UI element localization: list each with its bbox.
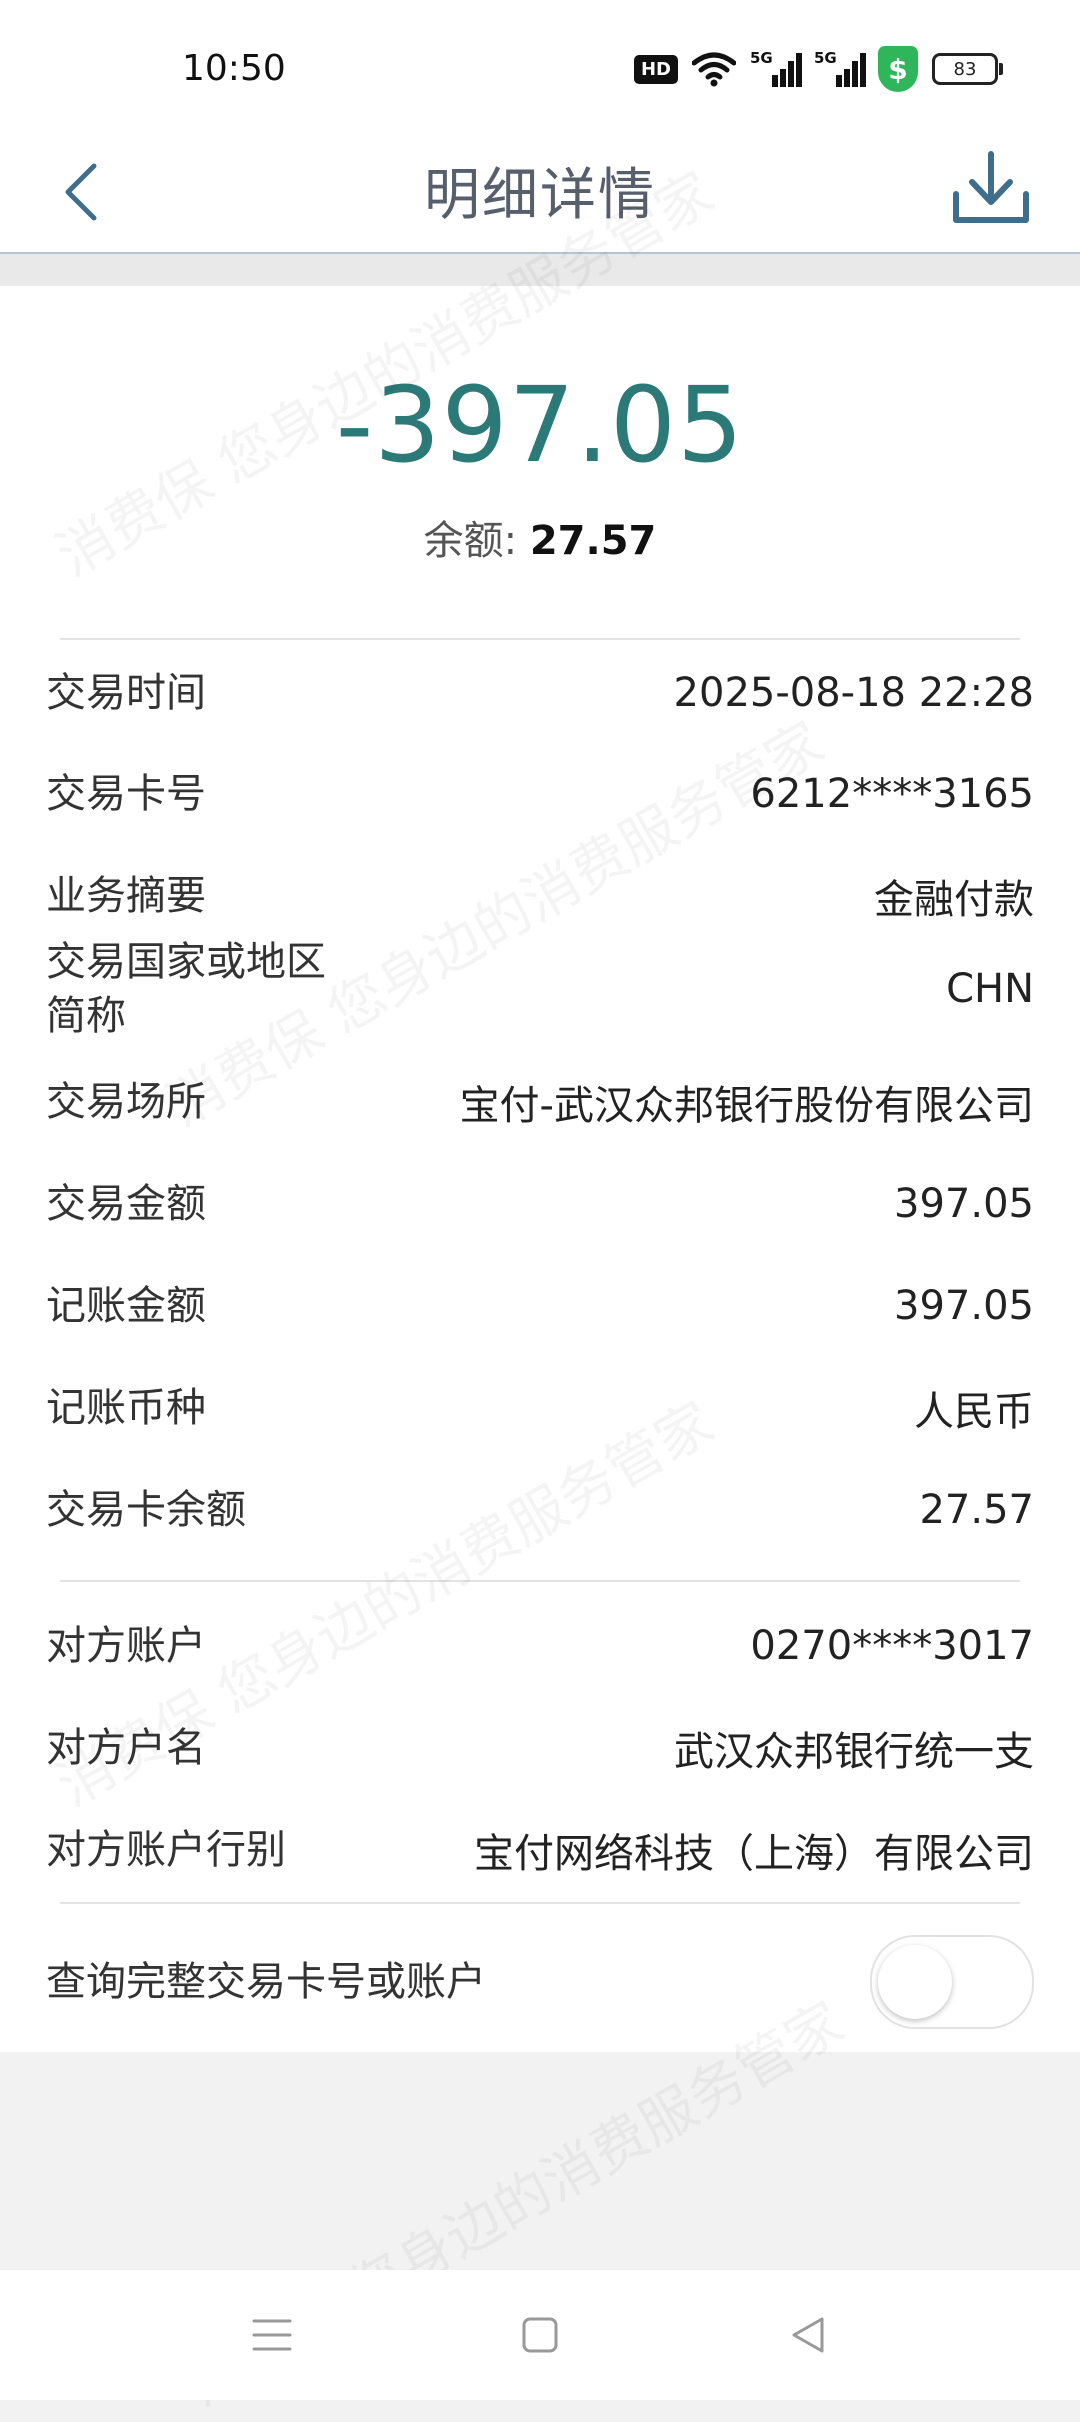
triangle-back-icon [792, 2317, 824, 2353]
cellular-signal-1-icon: 5G [750, 49, 802, 87]
download-icon [953, 151, 1029, 223]
detail-row-business-summary: 业务摘要 金融付款 [46, 856, 1034, 936]
row-label: 记账金额 [46, 1283, 206, 1329]
detail-row-counterparty-name: 对方户名 武汉众邦银行统一支 [46, 1708, 1034, 1788]
detail-row-merchant: 交易场所 宝付-武汉众邦银行股份有限公司 [46, 1062, 1034, 1142]
balance-value: 27.57 [529, 518, 657, 564]
row-label: 记账币种 [46, 1385, 206, 1431]
row-label: 交易场所 [46, 1079, 206, 1125]
row-value: 金融付款 [874, 877, 1034, 923]
row-value: CHN [946, 966, 1034, 1012]
query-full-row: 查询完整交易卡号或账户 [46, 1930, 1034, 2034]
balance-line: 余额: 27.57 [0, 508, 1080, 566]
status-bar: 10:50 HD 5G 5G $ 83 [0, 0, 1080, 130]
detail-row-card-number: 交易卡号 6212****3165 [46, 754, 1034, 834]
app-header: 明细详情 [0, 130, 1080, 254]
row-value: 397.05 [894, 1283, 1034, 1329]
balance-label: 余额: [423, 518, 530, 564]
divider [60, 638, 1020, 640]
section-gap [0, 254, 1080, 286]
menu-lines-icon [252, 2319, 292, 2351]
row-label: 交易时间 [46, 670, 206, 716]
detail-row-counterparty-bank: 对方账户行别 宝付网络科技（上海）有限公司 [46, 1810, 1034, 1890]
status-icons: HD 5G 5G $ 83 [633, 46, 1003, 92]
divider [60, 1580, 1020, 1582]
cellular-signal-2-icon: 5G [814, 49, 866, 87]
row-value: 6212****3165 [750, 771, 1034, 817]
battery-icon: 83 [932, 53, 1003, 85]
detail-row-card-balance: 交易卡余额 27.57 [46, 1470, 1034, 1550]
back-nav-button[interactable] [768, 2300, 848, 2370]
row-value: 宝付-武汉众邦银行股份有限公司 [459, 1083, 1034, 1129]
system-nav-bar [0, 2270, 1080, 2400]
query-full-label: 查询完整交易卡号或账户 [46, 1959, 486, 2005]
hd-voice-icon: HD [633, 54, 678, 84]
row-value: 0270****3017 [750, 1623, 1034, 1669]
row-label: 交易卡余额 [46, 1487, 246, 1533]
recent-apps-button[interactable] [232, 2300, 312, 2370]
row-value: 武汉众邦银行统一支 [674, 1729, 1034, 1775]
row-value: 27.57 [919, 1487, 1034, 1533]
detail-row-counterparty-account: 对方账户 0270****3017 [46, 1606, 1034, 1686]
detail-row-posted-amount: 记账金额 397.05 [46, 1266, 1034, 1346]
detail-card: -397.05 余额: 27.57 交易时间 2025-08-18 22:28 … [0, 286, 1080, 2052]
home-button[interactable] [500, 2300, 580, 2370]
detail-row-transaction-time: 交易时间 2025-08-18 22:28 [46, 653, 1034, 733]
row-label: 对方账户 [46, 1623, 206, 1669]
row-label: 业务摘要 [46, 873, 206, 919]
row-value: 宝付网络科技（上海）有限公司 [474, 1831, 1034, 1877]
toggle-knob [878, 1945, 952, 2019]
row-label: 交易国家或地区 简称 [46, 939, 326, 1039]
download-button[interactable] [946, 144, 1036, 234]
transaction-amount: -397.05 [335, 364, 745, 486]
row-value: 397.05 [894, 1181, 1034, 1227]
square-icon [522, 2317, 558, 2353]
row-value: 2025-08-18 22:28 [673, 670, 1034, 716]
row-label: 交易卡号 [46, 771, 206, 817]
detail-row-transaction-amount: 交易金额 397.05 [46, 1164, 1034, 1244]
divider [60, 1902, 1020, 1904]
detail-row-country-region: 交易国家或地区 简称 CHN [46, 934, 1034, 1044]
row-label: 对方账户行别 [46, 1827, 286, 1873]
wifi-icon [692, 52, 736, 87]
screen: { "status_bar": { "time": "10:50", "hd_b… [0, 0, 1080, 2419]
security-shield-icon: $ [878, 46, 918, 92]
row-label: 对方户名 [46, 1725, 206, 1771]
page-title: 明细详情 [424, 163, 656, 228]
detail-row-currency: 记账币种 人民币 [46, 1368, 1034, 1448]
row-label: 交易金额 [46, 1181, 206, 1227]
query-full-toggle[interactable] [870, 1935, 1034, 2029]
status-time: 10:50 [182, 48, 286, 89]
row-value: 人民币 [914, 1389, 1034, 1435]
